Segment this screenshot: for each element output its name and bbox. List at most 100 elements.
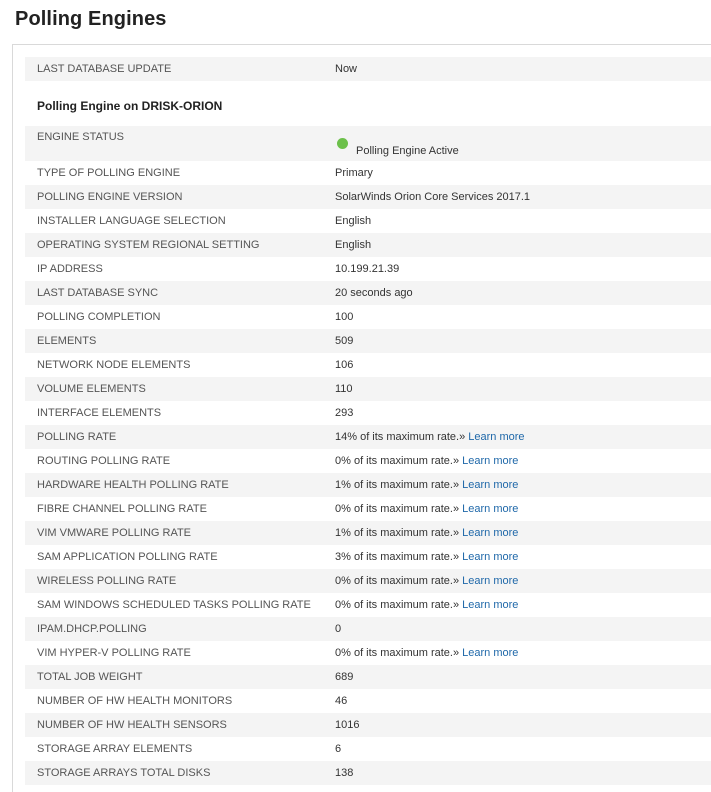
row-value-text: 689 [335, 671, 354, 683]
learn-more-link[interactable]: Learn more [462, 527, 518, 539]
row-label: ROUTING POLLING RATE [37, 455, 171, 467]
row-value: English [323, 209, 711, 233]
row-label: NUMBER OF HW HEALTH SENSORS [25, 713, 323, 737]
row-value: 46 [323, 689, 711, 713]
row-label: TYPE OF POLLING ENGINE [37, 167, 181, 179]
row-value: Polling Engine Active [323, 126, 711, 161]
row-label: SAM WINDOWS SCHEDULED TASKS POLLING RATE [37, 599, 311, 611]
page-title: Polling Engines [15, 8, 167, 30]
engine-status-row: ENGINE STATUS Polling Engine Active [25, 126, 711, 161]
row-label: LAST DATABASE SYNC [25, 281, 323, 305]
row-label: VIM HYPER-V POLLING RATE [37, 647, 191, 659]
status-text: Polling Engine Active [356, 145, 459, 157]
row-value-text: 1% of its maximum rate.» [335, 479, 460, 491]
row-label: TOTAL JOB WEIGHT [25, 665, 323, 689]
table-row: ELEMENTS 509 [25, 329, 711, 353]
row-value-text: 20 seconds ago [335, 287, 413, 299]
status-active-icon [337, 138, 348, 149]
row-value-text: Primary [335, 167, 373, 179]
row-label: NUMBER OF HW HEALTH MONITORS [37, 695, 233, 707]
row-label: SAM APPLICATION POLLING RATE [37, 551, 218, 563]
row-value: 1% of its maximum rate.» Learn more [323, 521, 711, 545]
section-header-row: Polling Engine on DRISK-ORION [25, 81, 711, 126]
row-value: 0 [323, 617, 711, 641]
row-value: 0% of its maximum rate.» Learn more [323, 641, 711, 665]
row-value-text: 0 [335, 623, 342, 635]
row-value: 0% of its maximum rate.» Learn more [323, 449, 711, 473]
table-row: TYPE OF POLLING ENGINE Primary [25, 161, 711, 185]
learn-more-link[interactable]: Learn more [462, 647, 518, 659]
row-value-text: 14% of its maximum rate.» [335, 431, 466, 443]
row-value: 10.199.21.39 [323, 257, 711, 281]
learn-more-link[interactable]: Learn more [462, 479, 518, 491]
section-title: Polling Engine on DRISK-ORION [37, 98, 223, 113]
row-value-text: 0% of its maximum rate.» [335, 599, 460, 611]
learn-more-link[interactable]: Learn more [462, 455, 518, 467]
table-row: TOTAL JOB WEIGHT 689 [25, 665, 711, 689]
row-value: 3% of its maximum rate.» Learn more [323, 545, 711, 569]
row-value: 100 [323, 305, 711, 329]
row-value-text: 1016 [335, 719, 360, 731]
row-label: HARDWARE HEALTH POLLING RATE [25, 473, 323, 497]
table-row: INTERFACE ELEMENTS 293 [25, 401, 711, 425]
row-label: IP ADDRESS [37, 263, 103, 275]
row-value: 0% of its maximum rate.» Learn more [323, 569, 711, 593]
row-label: INSTALLER LANGUAGE SELECTION [37, 215, 226, 227]
row-value-text: SolarWinds Orion Core Services 2017.1 [335, 191, 531, 203]
row-label: POLLING COMPLETION [37, 311, 161, 323]
row-value-text: 0% of its maximum rate.» [335, 455, 460, 467]
row-value: 138 [323, 761, 711, 785]
row-value-text: 6 [335, 743, 342, 755]
table-row: SAM WINDOWS SCHEDULED TASKS POLLING RATE… [25, 593, 711, 617]
table-row: VIM HYPER-V POLLING RATE 0% of its maximu… [25, 641, 711, 665]
table-row: POLLING COMPLETION 100 [25, 305, 711, 329]
table-row: IP ADDRESS 10.199.21.39 [25, 257, 711, 281]
table-row: SAM APPLICATION POLLING RATE 3% of its ma… [25, 545, 711, 569]
table-row: STORAGE ARRAY ELEMENTS 6 [25, 737, 711, 761]
learn-more-link[interactable]: Learn more [462, 575, 518, 587]
table-row: IPAM.DHCP.POLLING 0 [25, 617, 711, 641]
row-value-text: 3% of its maximum rate.» [335, 551, 460, 563]
table-row: WIRELESS POLLING RATE 0% of its maximum r… [25, 569, 711, 593]
row-value: 106 [323, 353, 711, 377]
row-value-text: English [335, 239, 372, 251]
row-value: SolarWinds Orion Core Services 2017.1 [323, 185, 711, 209]
row-value: 1016 [323, 713, 711, 737]
row-value-text: 110 [335, 383, 353, 395]
row-label: STORAGE ARRAYS TOTAL DISKS [25, 761, 323, 785]
row-label: FIBRE CHANNEL POLLING RATE [37, 503, 207, 515]
row-value-text: 0% of its maximum rate.» [335, 575, 460, 587]
table-row: LAST DATABASE SYNC 20 seconds ago [25, 281, 711, 305]
learn-more-link[interactable]: Learn more [462, 599, 518, 611]
table-row: POLLING ENGINE VERSION SolarWinds Orion C… [25, 185, 711, 209]
table-row: HARDWARE HEALTH POLLING RATE 1% of its ma… [25, 473, 711, 497]
details-table: LAST DATABASE UPDATE Now Polling Engine … [25, 57, 711, 785]
table-row: POLLING RATE 14% of its maximum rate.» Le… [25, 425, 711, 449]
row-label: POLLING RATE [25, 425, 323, 449]
learn-more-link[interactable]: Learn more [462, 551, 518, 563]
row-label: ELEMENTS [25, 329, 323, 353]
row-value-text: 10.199.21.39 [335, 263, 400, 275]
row-value: 293 [323, 401, 711, 425]
row-label: POLLING ENGINE VERSION [25, 185, 323, 209]
row-value-text: 138 [335, 767, 354, 779]
row-value: 110 [323, 377, 711, 401]
row-value: 0% of its maximum rate.» Learn more [323, 497, 711, 521]
row-label: NETWORK NODE ELEMENTS [37, 359, 191, 371]
row-value-text: 509 [335, 335, 354, 347]
row-label: INTERFACE ELEMENTS [37, 407, 162, 419]
table-row: NUMBER OF HW HEALTH MONITORS 46 [25, 689, 711, 713]
learn-more-link[interactable]: Learn more [468, 431, 524, 443]
row-value: 1% of its maximum rate.» Learn more [323, 473, 711, 497]
table-row: LAST DATABASE UPDATE Now [25, 57, 711, 81]
table-row: INSTALLER LANGUAGE SELECTION English [25, 209, 711, 233]
row-value-text: 0% of its maximum rate.» [335, 503, 460, 515]
learn-more-link[interactable]: Learn more [462, 503, 518, 515]
row-label: VIM VMWARE POLLING RATE [25, 521, 323, 545]
row-value: Now [323, 57, 711, 81]
row-value: English [323, 233, 711, 257]
table-row: STORAGE ARRAYS TOTAL DISKS 138 [25, 761, 711, 785]
row-label: WIRELESS POLLING RATE [25, 569, 323, 593]
row-value: 509 [323, 329, 711, 353]
row-label: LAST DATABASE UPDATE [25, 57, 323, 81]
